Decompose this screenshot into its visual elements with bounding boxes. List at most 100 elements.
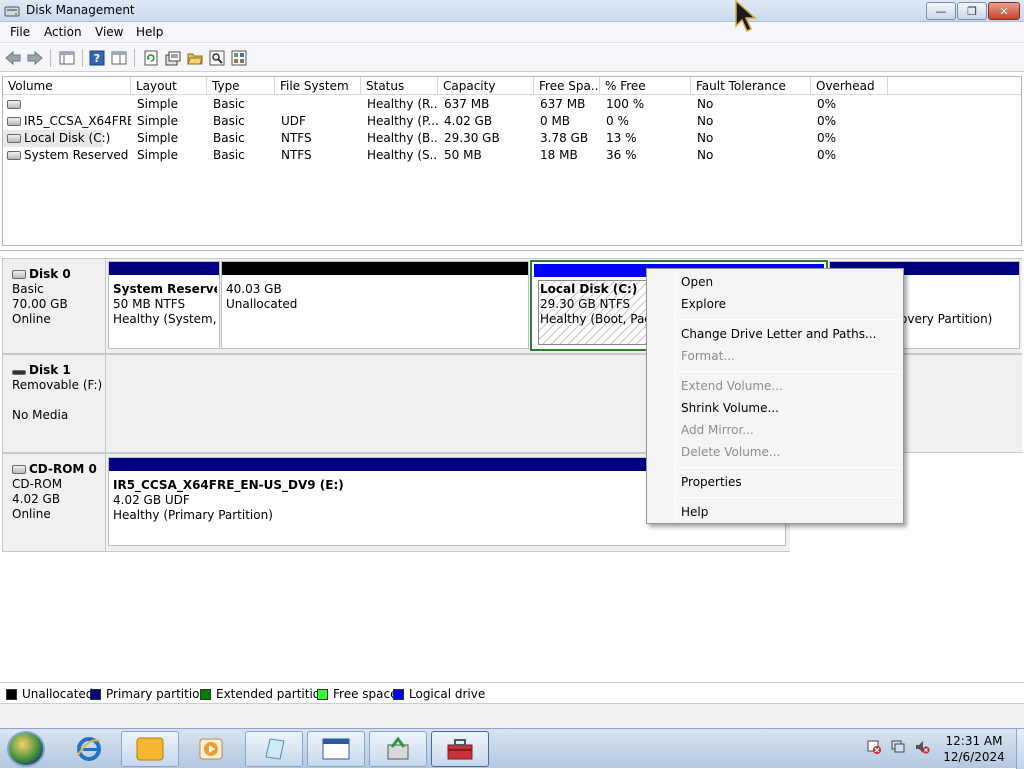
refresh-icon[interactable] [142, 49, 160, 67]
menu-item-shrink-volume[interactable]: Shrink Volume... [681, 401, 779, 415]
notepad-icon[interactable] [245, 731, 303, 767]
disk-state: No Media [12, 408, 69, 422]
menu-item-change-drive-letter[interactable]: Change Drive Letter and Paths... [681, 327, 876, 341]
menu-action[interactable]: Action [44, 25, 82, 39]
legend-swatch [90, 688, 101, 700]
type-cell: Basic [213, 148, 245, 162]
fault-tolerance-cell: No [697, 131, 714, 145]
help-icon[interactable]: ? [88, 49, 106, 67]
overhead-cell: 0% [817, 131, 837, 145]
primary-partition-bar [109, 262, 219, 275]
column-header-volume[interactable]: Volume [3, 77, 131, 95]
disk-1-label[interactable]: Disk 1 Removable (F:) No Media [2, 354, 106, 453]
legend-item: Unallocated [6, 687, 93, 701]
column-header-type[interactable]: Type [207, 77, 275, 95]
column-header-status[interactable]: Status [361, 77, 438, 95]
type-cell: Basic [213, 131, 245, 145]
mouse-pointer-icon [735, 0, 757, 33]
menu-help[interactable]: Help [136, 25, 163, 39]
legend-swatch [393, 688, 404, 700]
fault-tolerance-cell: No [697, 97, 714, 111]
menu-item-extend-volume[interactable]: Extend Volume... [681, 379, 783, 393]
close-button[interactable]: ✕ [988, 2, 1020, 20]
menu-item-format[interactable]: Format... [681, 349, 735, 363]
status-cell: Healthy (P... [367, 114, 438, 128]
filesystem-cell: NTFS [281, 148, 312, 162]
cd-drive-icon [7, 117, 21, 126]
table-row[interactable]: Simple Basic Healthy (R... 637 MB 637 MB… [3, 96, 1021, 113]
start-button[interactable] [7, 731, 45, 767]
table-row[interactable]: Local Disk (C:) Simple Basic NTFS Health… [3, 130, 1021, 147]
legend-swatch [6, 688, 17, 700]
menu-item-help[interactable]: Help [681, 505, 708, 519]
volume-list-header: Volume Layout Type File System Status Ca… [3, 77, 1021, 95]
legend-item: Extended partition [200, 687, 328, 701]
overhead-cell: 0% [817, 97, 837, 111]
removable-disk-icon [12, 370, 26, 375]
column-header-layout[interactable]: Layout [131, 77, 207, 95]
taskbar: 12:31 AM 12/6/2024 [0, 728, 1024, 769]
show-desktop-button[interactable] [1016, 729, 1024, 769]
status-cell: Healthy (S... [367, 148, 438, 162]
application-window-icon[interactable] [307, 731, 365, 767]
menu-item-add-mirror[interactable]: Add Mirror... [681, 423, 754, 437]
network-icon[interactable] [890, 739, 906, 755]
disk-name: Disk 0 [29, 267, 71, 281]
table-row[interactable]: IR5_CCSA_X64FRE... Simple Basic UDF Heal… [3, 113, 1021, 130]
column-header-fault-tolerance[interactable]: Fault Tolerance [691, 77, 811, 95]
column-header-file-system[interactable]: File System [275, 77, 361, 95]
open-folder-icon[interactable] [186, 49, 204, 67]
volume-cell [3, 96, 131, 113]
table-row[interactable]: System Reserved Simple Basic NTFS Health… [3, 147, 1021, 164]
status-cell: Healthy (R... [367, 97, 438, 111]
minimize-button[interactable]: — [926, 2, 956, 20]
menu-item-properties[interactable]: Properties [681, 475, 742, 489]
toolbox-icon[interactable] [431, 731, 489, 767]
internet-explorer-icon[interactable] [60, 731, 118, 767]
partition-system-reserved[interactable]: System Reserved 50 MB NTFS Healthy (Syst… [108, 261, 220, 349]
column-header-overhead[interactable]: Overhead [811, 77, 888, 95]
system-clock[interactable]: 12:31 AM 12/6/2024 [938, 733, 1010, 765]
disk-0-label[interactable]: Disk 0 Basic 70.00 GB Online [2, 258, 106, 354]
menu-item-explore[interactable]: Explore [681, 297, 726, 311]
status-bar [0, 704, 1024, 728]
rescan-disks-icon[interactable] [164, 49, 182, 67]
toolbar-separator [82, 49, 83, 67]
media-player-icon[interactable] [182, 731, 240, 767]
forward-arrow-icon[interactable] [26, 49, 44, 67]
partition-unallocated[interactable]: 40.03 GB Unallocated [221, 261, 529, 349]
disk-name: CD-ROM 0 [29, 462, 97, 476]
menu-item-open[interactable]: Open [681, 275, 713, 289]
free-space-cell: 18 MB [540, 148, 578, 162]
column-header-capacity[interactable]: Capacity [438, 77, 534, 95]
properties-pane-icon[interactable] [110, 49, 128, 67]
cd-drive-icon [12, 465, 26, 474]
partition-status: Healthy (System, A [113, 312, 217, 326]
menu-item-delete-volume[interactable]: Delete Volume... [681, 445, 780, 459]
layout-cell: Simple [137, 97, 178, 111]
filesystem-cell [277, 96, 281, 113]
menu-view[interactable]: View [95, 25, 123, 39]
capacity-cell: 50 MB [444, 148, 482, 162]
menu-file[interactable]: File [10, 25, 30, 39]
legend: Unallocated Primary partition Extended p… [0, 682, 1024, 704]
find-icon[interactable] [208, 49, 226, 67]
action-center-icon[interactable] [866, 739, 882, 755]
title-bar: Disk Management — ❐ ✕ [0, 0, 1024, 22]
back-arrow-icon[interactable] [4, 49, 22, 67]
server-manager-icon[interactable] [369, 731, 427, 767]
cdrom-0-label[interactable]: CD-ROM 0 CD-ROM 4.02 GB Online [2, 453, 106, 552]
layout-cell: Simple [137, 114, 178, 128]
volume-muted-icon[interactable] [914, 739, 930, 755]
column-header-free-space[interactable]: Free Spa... [534, 77, 600, 95]
show-hide-console-tree-icon[interactable] [58, 49, 76, 67]
maximize-button[interactable]: ❐ [957, 2, 987, 20]
settings-grid-icon[interactable] [230, 49, 248, 67]
fault-tolerance-cell: No [697, 114, 714, 128]
percent-free-cell: 100 % [606, 97, 645, 111]
column-header-percent-free[interactable]: % Free [600, 77, 691, 95]
disk-management-icon [4, 6, 20, 17]
layout-cell: Simple [137, 131, 178, 145]
libraries-folder-icon[interactable] [121, 731, 179, 767]
legend-swatch [317, 688, 328, 700]
